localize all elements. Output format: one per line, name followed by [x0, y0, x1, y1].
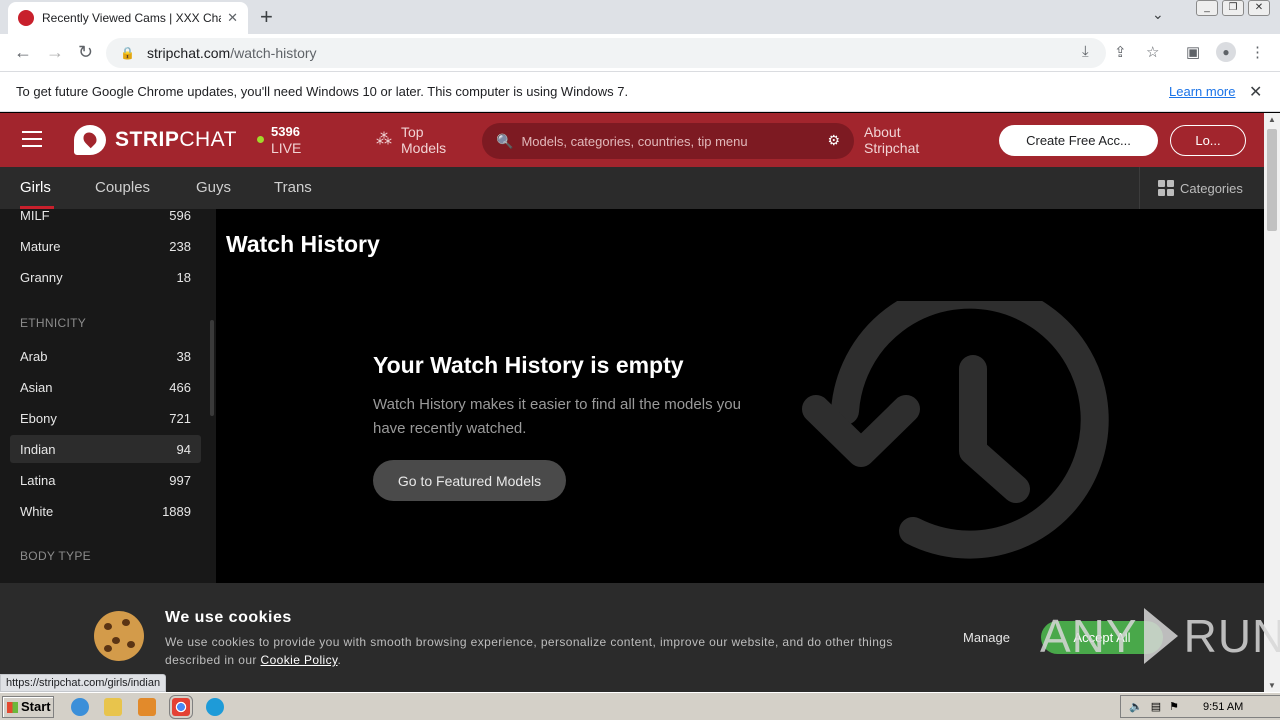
empty-state-description: Watch History makes it easier to find al… — [373, 396, 741, 437]
lock-icon[interactable]: 🔒 — [120, 46, 135, 60]
media-player-icon[interactable] — [138, 698, 156, 716]
address-bar[interactable]: 🔒 stripchat.com/watch-history — [106, 38, 1106, 68]
install-app-icon[interactable]: ⤓ — [1082, 43, 1089, 60]
live-label: LIVE — [271, 140, 302, 156]
new-tab-button[interactable]: + — [260, 4, 273, 30]
bookmark-star-icon[interactable]: ☆ — [1146, 43, 1159, 61]
main-content: Watch History Your Watch History is empt… — [216, 209, 1264, 583]
history-clock-icon — [802, 301, 1109, 559]
tab-title: Recently Viewed Cams | XXX Chat, F — [42, 11, 221, 25]
window-controls: _ ❐ ✕ — [1196, 0, 1270, 16]
sidebar-item-mature[interactable]: Mature 238 — [10, 232, 201, 260]
search-icon: 🔍 — [496, 132, 514, 149]
status-bar-url: https://stripchat.com/girls/indian — [0, 674, 167, 692]
learn-more-link[interactable]: Learn more — [1169, 84, 1235, 99]
sidebar-scrollbar[interactable] — [210, 320, 214, 416]
minimize-button[interactable]: _ — [1196, 0, 1218, 16]
infobar-message: To get future Google Chrome updates, you… — [16, 84, 629, 99]
manage-cookies-button[interactable]: Manage — [963, 630, 1010, 645]
search-input[interactable] — [521, 133, 812, 149]
sidebar-item-white[interactable]: White 1889 — [10, 497, 201, 525]
restore-button[interactable]: ❐ — [1222, 0, 1244, 16]
anyrun-watermark: ANY RUN — [1040, 608, 1280, 664]
cookie-text: We use cookies to provide you with smoot… — [165, 635, 893, 667]
top-models-link[interactable]: ⁂ Top Models — [376, 124, 446, 156]
network-icon[interactable]: ▤ — [1151, 700, 1161, 713]
category-nav: Girls Couples Guys Trans Categories — [0, 167, 1264, 209]
scroll-thumb[interactable] — [1267, 129, 1277, 231]
ethnicity-heading: ETHNICITY — [20, 316, 87, 330]
play-icon — [1143, 608, 1178, 664]
browser-tabstrip: Recently Viewed Cams | XXX Chat, F ✕ + ⌄… — [0, 0, 1280, 34]
watermark-left-text: ANY — [1040, 610, 1138, 662]
sidebar-item-ebony[interactable]: Ebony 721 — [10, 404, 201, 432]
start-button[interactable]: Start — [2, 696, 54, 718]
tab-girls[interactable]: Girls — [20, 179, 51, 196]
sidebar-item-milf[interactable]: MILF 596 — [10, 209, 201, 229]
top-models-icon: ⁂ — [376, 131, 392, 148]
categories-button[interactable]: Categories — [1139, 167, 1264, 209]
update-infobar: To get future Google Chrome updates, you… — [0, 72, 1280, 112]
share-icon[interactable]: ⇪ — [1114, 43, 1127, 61]
stripchat-logo[interactable]: STRIPCHAT — [74, 125, 237, 155]
windows-taskbar: Start 🔈 ▤ ⚑ 9:51 AM — [0, 692, 1280, 720]
sidebar-item-arab[interactable]: Arab 38 — [10, 342, 201, 370]
create-account-button[interactable]: Create Free Acc... — [999, 125, 1158, 156]
body-type-heading: BODY TYPE — [20, 549, 91, 563]
volume-icon[interactable]: 🔈 — [1129, 700, 1143, 713]
forward-arrow-icon[interactable]: → — [46, 42, 64, 63]
login-button[interactable]: Lo... — [1170, 125, 1246, 156]
search-bar[interactable]: 🔍 ⚙ — [482, 123, 854, 159]
tab-couples[interactable]: Couples — [95, 179, 150, 196]
categories-label: Categories — [1180, 180, 1243, 196]
stripchat-favicon-icon — [18, 10, 34, 26]
edge-icon[interactable] — [206, 698, 224, 716]
back-arrow-icon[interactable]: ← — [14, 42, 32, 63]
clock: 9:51 AM — [1202, 700, 1244, 713]
explorer-folder-icon[interactable] — [104, 698, 122, 716]
browser-tab[interactable]: Recently Viewed Cams | XXX Chat, F ✕ — [8, 2, 248, 34]
system-tray: 🔈 ▤ ⚑ 9:51 AM — [1120, 695, 1280, 718]
profile-avatar-icon[interactable]: ● — [1216, 42, 1236, 62]
scroll-down-icon[interactable]: ▼ — [1268, 681, 1276, 690]
logo-text: STRIPCHAT — [115, 128, 237, 151]
scroll-up-icon[interactable]: ▲ — [1268, 115, 1276, 124]
cookie-icon — [94, 611, 144, 661]
tab-close-icon[interactable]: ✕ — [227, 10, 238, 26]
infobar-close-icon[interactable]: ✕ — [1249, 82, 1262, 102]
browser-toolbar: ← → ↻ 🔒 stripchat.com/watch-history ⤓ ⇪ … — [0, 34, 1280, 72]
site-header: STRIPCHAT 5396 LIVE ⁂ TopModels 🔍 ⚙ Abou… — [0, 113, 1264, 167]
tab-guys[interactable]: Guys — [196, 179, 231, 196]
logo-mark-icon — [74, 125, 106, 155]
side-panel-icon[interactable]: ▣ — [1186, 43, 1200, 61]
cookie-policy-link[interactable]: Cookie Policy — [261, 653, 338, 667]
url-text: stripchat.com/watch-history — [146, 45, 317, 61]
sidebar: MILF 596 Mature 238 Granny 18 ETHNICITY Ara… — [0, 209, 216, 583]
watermark-right-text: RUN — [1183, 610, 1280, 662]
hamburger-menu-icon[interactable] — [22, 131, 42, 147]
about-stripchat-link[interactable]: About Stripchat — [864, 124, 919, 156]
flag-icon[interactable]: ⚑ — [1169, 700, 1179, 713]
page-title: Watch History — [226, 231, 380, 257]
ie-icon[interactable] — [71, 698, 89, 716]
sidebar-item-granny[interactable]: Granny 18 — [10, 263, 201, 291]
filter-icon[interactable]: ⚙ — [827, 132, 840, 149]
empty-state-title: Your Watch History is empty — [373, 352, 684, 378]
tab-trans[interactable]: Trans — [274, 179, 312, 196]
page-scrollbar[interactable]: ▲ ▼ — [1264, 113, 1280, 692]
window-close-button[interactable]: ✕ — [1248, 0, 1270, 16]
go-to-featured-models-button[interactable]: Go to Featured Models — [373, 460, 566, 501]
grid-icon — [1158, 180, 1174, 196]
tab-search-chevron-icon[interactable]: ⌄ — [1152, 6, 1164, 23]
cookie-title: We use cookies — [165, 609, 292, 626]
reload-icon[interactable]: ↻ — [78, 42, 93, 63]
sidebar-item-asian[interactable]: Asian 466 — [10, 373, 201, 401]
live-dot-icon — [257, 136, 264, 143]
menu-kebab-icon[interactable]: ⋮ — [1250, 43, 1265, 61]
live-counter: 5396 LIVE — [257, 124, 301, 156]
chrome-taskbar-icon[interactable] — [169, 695, 193, 719]
sidebar-item-latina[interactable]: Latina 997 — [10, 466, 201, 494]
sidebar-item-indian[interactable]: Indian 94 — [10, 435, 201, 463]
